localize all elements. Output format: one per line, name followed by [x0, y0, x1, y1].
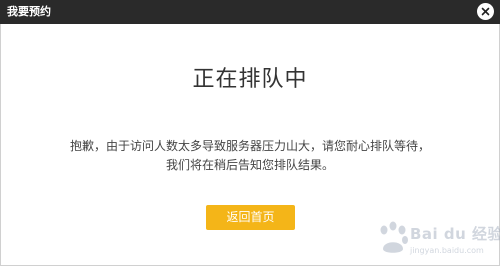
paw-logo-icon	[380, 221, 408, 253]
watermark-url: jingyan.baidu.com	[410, 246, 484, 255]
close-button[interactable]	[477, 3, 494, 20]
baidu-jingyan-watermark: Bai du 经验 jingyan.baidu.com	[376, 219, 500, 263]
dialog-titlebar: 我要预约	[0, 0, 500, 24]
watermark-brand: Bai du 经验	[410, 225, 500, 243]
queue-message-line2: 我们将在稍后告知您排队结果。	[165, 158, 334, 172]
queue-message-line1: 抱歉，由于访问人数太多导致服务器压力山大，请您耐心排队等待，	[69, 139, 430, 153]
close-icon	[481, 7, 490, 16]
reservation-dialog: 我要预约 正在排队中 抱歉，由于访问人数太多导致服务器压力山大，请您耐心排队等待…	[0, 0, 500, 266]
queue-status-heading: 正在排队中	[192, 67, 308, 92]
dialog-title: 我要预约	[7, 5, 51, 18]
back-to-home-button[interactable]: 返回首页	[206, 205, 295, 230]
